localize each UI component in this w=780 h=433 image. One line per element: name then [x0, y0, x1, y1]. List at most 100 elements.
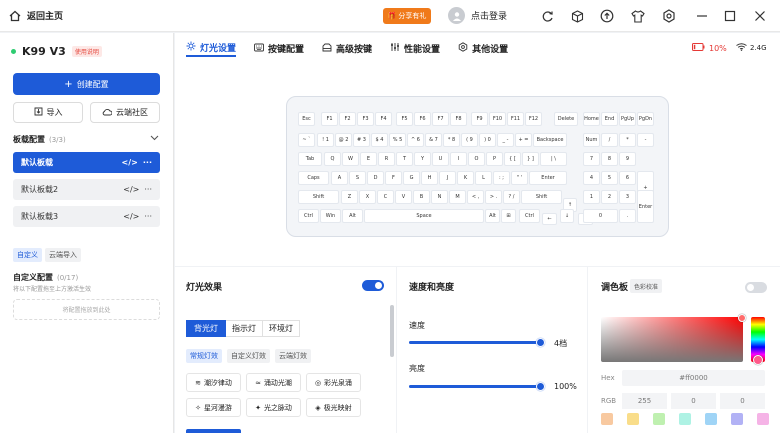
collapse-chevron-icon[interactable] [150, 134, 159, 143]
color-picker-handle[interactable] [738, 314, 746, 322]
key[interactable]: 5 [601, 171, 618, 185]
rgb-blue-input[interactable]: 0 [720, 393, 765, 409]
key[interactable]: & 7 [425, 133, 442, 147]
close-icon[interactable] [752, 8, 768, 24]
color-picker-area[interactable] [601, 317, 743, 362]
key[interactable]: ? / [503, 190, 520, 204]
key[interactable]: Alt [485, 209, 500, 223]
code-icon[interactable]: </> [123, 185, 139, 194]
code-icon[interactable]: </> [122, 158, 138, 167]
effect-option[interactable]: ◎ 彩光泉涌 [306, 373, 361, 392]
key[interactable]: . [619, 209, 636, 223]
key[interactable]: A [331, 171, 348, 185]
profile-item[interactable]: 默认板载 </> ··· [13, 152, 160, 173]
key[interactable]: " ' [511, 171, 528, 185]
rgb-red-input[interactable]: 255 [622, 393, 667, 409]
profile-item[interactable]: 默认板载2 </> ··· [13, 179, 160, 200]
chip-custom-effects[interactable]: 自定义灯效 [227, 349, 270, 363]
key[interactable]: { [ [504, 152, 521, 166]
key[interactable]: 3 [619, 190, 636, 204]
subtab-indicator[interactable]: 指示灯 [226, 320, 263, 337]
key[interactable]: F10 [489, 112, 506, 126]
key[interactable]: - [637, 133, 654, 147]
import-button[interactable]: 导入 [13, 102, 83, 123]
key[interactable]: F6 [414, 112, 431, 126]
key[interactable]: Enter [529, 171, 567, 185]
key[interactable]: PgUp [619, 112, 636, 126]
key[interactable]: F9 [471, 112, 488, 126]
key[interactable]: 4 [583, 171, 600, 185]
code-icon[interactable]: </> [123, 212, 139, 221]
color-swatch[interactable] [705, 413, 717, 425]
key[interactable]: Q [324, 152, 341, 166]
tab-advanced-keys[interactable]: 高级按键 [322, 40, 372, 57]
key[interactable]: L [475, 171, 492, 185]
key[interactable]: F5 [396, 112, 413, 126]
settings-gear-icon[interactable] [661, 8, 677, 24]
key[interactable]: 2 [601, 190, 618, 204]
key[interactable]: ^ 6 [407, 133, 424, 147]
key[interactable]: * [619, 133, 636, 147]
key[interactable]: * 8 [443, 133, 460, 147]
key[interactable]: $ 4 [371, 133, 388, 147]
key[interactable]: P [486, 152, 503, 166]
tab-custom[interactable]: 自定义 [13, 248, 42, 262]
key[interactable]: F1 [321, 112, 338, 126]
tab-other-settings[interactable]: 其他设置 [458, 40, 508, 57]
key[interactable]: Home [583, 112, 600, 126]
key[interactable]: : ; [493, 171, 510, 185]
cube-icon[interactable] [569, 8, 585, 24]
key[interactable]: G [403, 171, 420, 185]
key[interactable]: K [457, 171, 474, 185]
key[interactable]: 6 [619, 171, 636, 185]
profile-item[interactable]: 默认板载3 </> ··· [13, 206, 160, 227]
hex-input[interactable]: #ff0000 [622, 370, 765, 386]
tab-performance[interactable]: 性能设置 [390, 40, 440, 57]
key[interactable]: ~ ` [298, 133, 315, 147]
key[interactable]: Tab [298, 152, 322, 166]
key[interactable]: End [601, 112, 618, 126]
key[interactable]: B [413, 190, 430, 204]
color-swatch[interactable] [731, 413, 743, 425]
key[interactable]: % 5 [389, 133, 406, 147]
key[interactable]: ! 1 [317, 133, 334, 147]
key[interactable]: PgDn [637, 112, 654, 126]
tab-cloud-import[interactable]: 云端导入 [45, 248, 81, 262]
brightness-slider[interactable] [409, 382, 545, 391]
key[interactable]: > . [485, 190, 502, 204]
back-home-link[interactable]: 返回主页 [9, 9, 63, 22]
tab-key-config[interactable]: 按键配置 [254, 40, 304, 57]
calibrate-button[interactable]: 色彩校准 [630, 279, 663, 293]
key[interactable]: F [385, 171, 402, 185]
effect-option[interactable]: ≋ 潮汐律动 [186, 373, 241, 392]
key[interactable]: Win [320, 209, 341, 223]
key[interactable]: Space [364, 209, 484, 223]
effect-option[interactable]: ◈ 极光映射 [306, 398, 361, 417]
key[interactable]: 8 [601, 152, 618, 166]
key[interactable]: I [450, 152, 467, 166]
create-config-button[interactable]: + 创建配置 [13, 73, 160, 95]
key[interactable]: 9 [619, 152, 636, 166]
key[interactable]: 1 [583, 190, 600, 204]
color-swatch[interactable] [653, 413, 665, 425]
refresh-icon[interactable] [539, 8, 555, 24]
key[interactable]: F12 [525, 112, 542, 126]
key[interactable]: T [396, 152, 413, 166]
key[interactable]: Caps [298, 171, 329, 185]
key[interactable]: @ 2 [335, 133, 352, 147]
key[interactable]: Enter [637, 190, 654, 223]
cloud-community-button[interactable]: 云端社区 [90, 102, 160, 123]
key[interactable]: F2 [339, 112, 356, 126]
key[interactable]: X [359, 190, 376, 204]
key[interactable]: ↓ [560, 209, 574, 223]
color-swatch[interactable] [627, 413, 639, 425]
key[interactable]: Z [341, 190, 358, 204]
hue-slider-handle[interactable] [753, 355, 763, 365]
key[interactable]: H [421, 171, 438, 185]
key[interactable]: F4 [375, 112, 392, 126]
palette-toggle[interactable] [745, 282, 767, 293]
key[interactable]: Shift [298, 190, 339, 204]
key[interactable]: } ] [522, 152, 539, 166]
more-icon[interactable]: ··· [144, 212, 152, 221]
effect-option[interactable]: ✧ 星河漫游 [186, 398, 241, 417]
